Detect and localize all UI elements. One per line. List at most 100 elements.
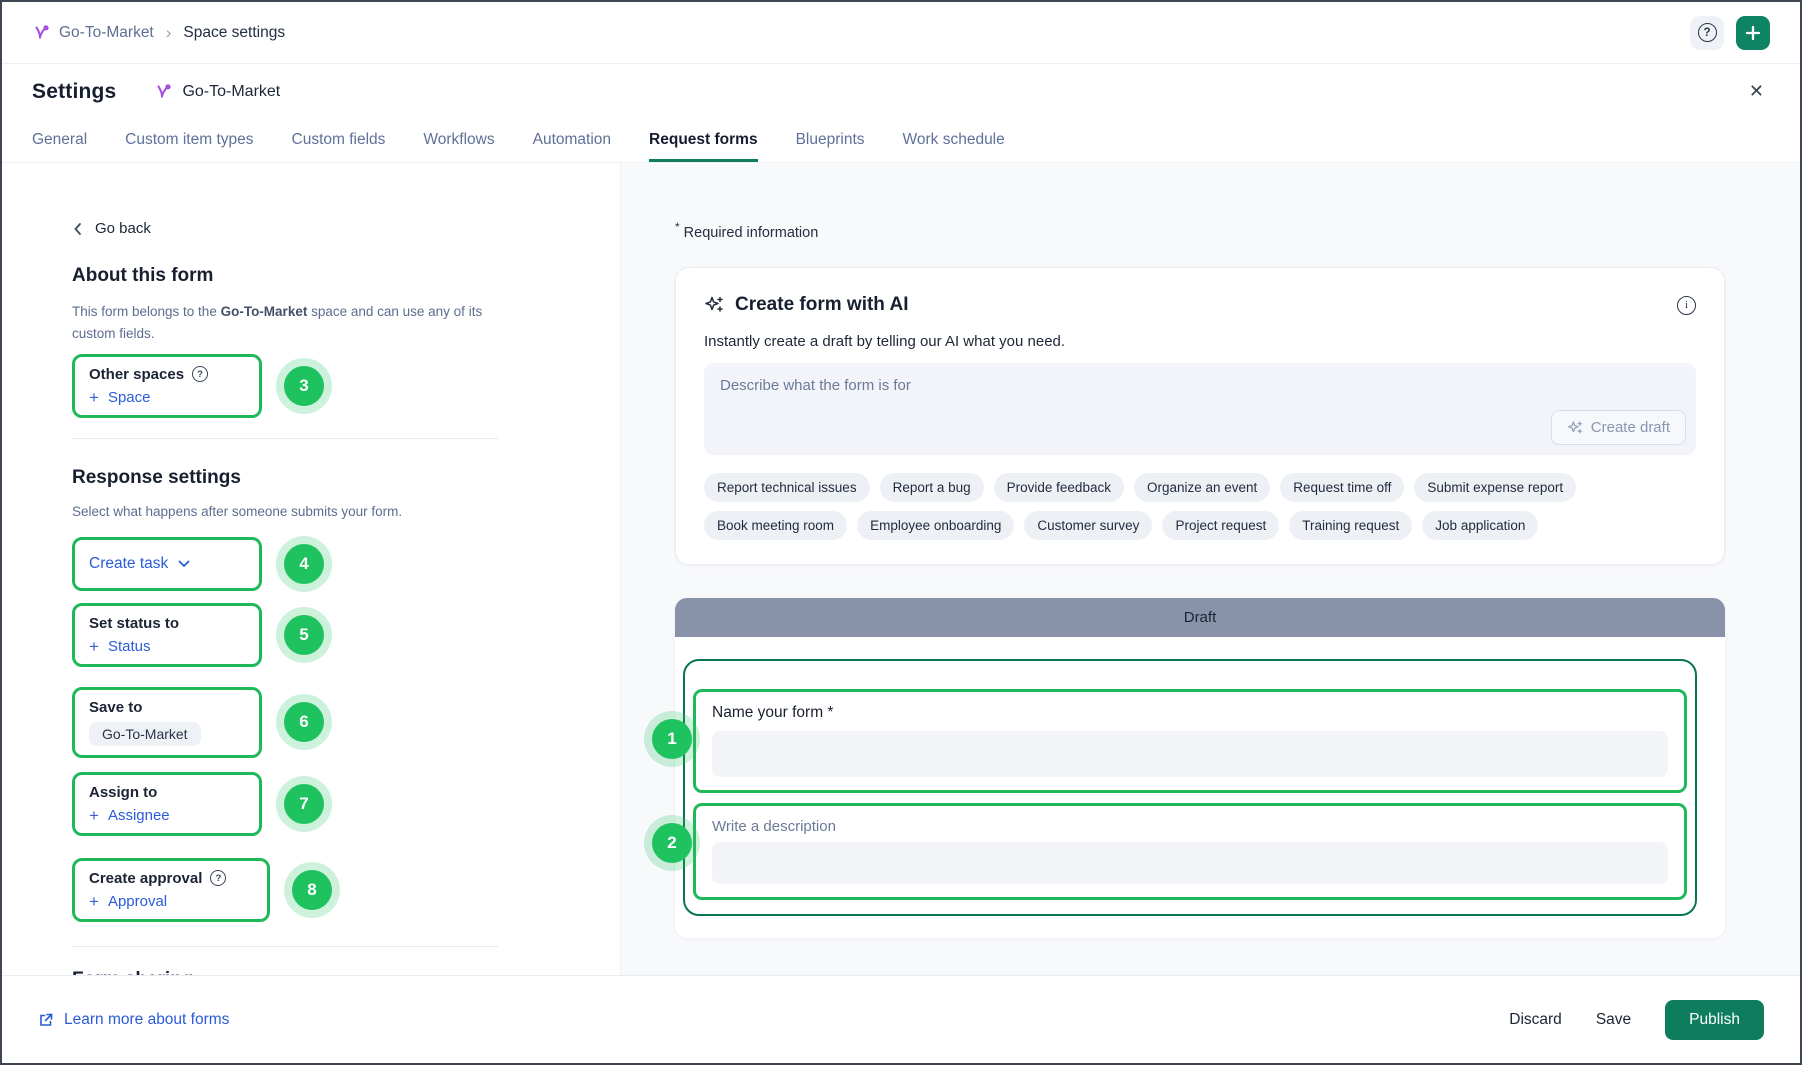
- go-back-label: Go back: [95, 220, 151, 237]
- chevron-down-icon: [178, 560, 190, 568]
- publish-button[interactable]: Publish: [1665, 1000, 1764, 1040]
- create-form-with-ai-card: Create form with AI i Instantly create a…: [675, 267, 1725, 565]
- draft-status-bar: Draft: [675, 598, 1725, 637]
- annotation-bubble-6: 6: [284, 702, 324, 742]
- footer-bar: Learn more about forms Discard Save Publ…: [2, 975, 1800, 1063]
- create-task-highlight-box: Create task: [72, 537, 262, 591]
- set-status-highlight-box: Set status to + Status: [72, 603, 262, 667]
- draft-form-card: Draft Name your form * Write a descripti…: [675, 598, 1725, 938]
- create-draft-button[interactable]: Create draft: [1551, 410, 1686, 445]
- annotation-bubble-7: 7: [284, 784, 324, 824]
- suggestion-chip[interactable]: Submit expense report: [1414, 473, 1576, 502]
- form-header-highlight-box: Name your form * Write a description: [683, 659, 1697, 916]
- go-back-button[interactable]: Go back: [72, 220, 151, 237]
- create-approval-label: Create approval: [89, 870, 202, 887]
- plus-icon: +: [89, 638, 99, 655]
- add-approval-button[interactable]: + Approval: [89, 893, 167, 910]
- suggestion-chip[interactable]: Request time off: [1280, 473, 1404, 502]
- suggestion-chip[interactable]: Customer survey: [1024, 511, 1152, 540]
- page-title: Settings: [32, 80, 116, 104]
- create-task-label: Create task: [89, 555, 168, 573]
- add-space-button[interactable]: + Space: [89, 389, 150, 406]
- breadcrumb-separator: ›: [166, 23, 172, 43]
- form-description-label: Write a description: [712, 818, 1668, 835]
- divider: [72, 946, 498, 947]
- annotation-bubble-4: 4: [284, 544, 324, 584]
- suggestion-chips-row-1: Report technical issues Report a bug Pro…: [704, 473, 1696, 502]
- save-to-space-chip[interactable]: Go-To-Market: [89, 722, 201, 746]
- ai-prompt-placeholder: Describe what the form is for: [720, 377, 911, 394]
- breadcrumb-space-label: Go-To-Market: [59, 24, 154, 42]
- add-status-button[interactable]: + Status: [89, 638, 150, 655]
- suggestion-chip[interactable]: Provide feedback: [994, 473, 1124, 502]
- other-spaces-label: Other spaces: [89, 366, 184, 383]
- suggestion-chip[interactable]: Project request: [1162, 511, 1279, 540]
- ai-card-subtitle: Instantly create a draft by telling our …: [704, 333, 1696, 350]
- annotation-bubble-2: 2: [652, 823, 692, 863]
- set-status-label: Set status to: [89, 615, 179, 632]
- annotation-bubble-5: 5: [284, 615, 324, 655]
- plus-icon: [1745, 25, 1761, 41]
- tab-request-forms[interactable]: Request forms: [649, 118, 758, 162]
- create-approval-highlight-box: Create approval ? + Approval: [72, 858, 270, 922]
- ai-sparkle-icon: [704, 295, 724, 315]
- about-heading: About this form: [72, 265, 580, 287]
- breadcrumb-space[interactable]: Go-To-Market: [32, 23, 154, 42]
- annotation-bubble-3: 3: [284, 366, 324, 406]
- external-link-icon: [38, 1012, 54, 1028]
- learn-more-label: Learn more about forms: [64, 1011, 229, 1029]
- form-description-highlight-box: Write a description: [693, 803, 1687, 900]
- draft-body: Name your form * Write a description 1 2: [675, 637, 1725, 938]
- create-task-dropdown[interactable]: Create task: [89, 552, 190, 576]
- tab-automation[interactable]: Automation: [533, 118, 611, 162]
- response-settings-heading: Response settings: [72, 467, 580, 489]
- plus-icon: +: [89, 389, 99, 406]
- space-icon: [154, 82, 173, 101]
- form-editor-main: *Required information Create form with A…: [621, 164, 1800, 975]
- suggestion-chip[interactable]: Job application: [1422, 511, 1538, 540]
- save-to-highlight-box: Save to Go-To-Market: [72, 687, 262, 758]
- suggestion-chip[interactable]: Employee onboarding: [857, 511, 1014, 540]
- suggestion-chip[interactable]: Training request: [1289, 511, 1412, 540]
- about-description: This form belongs to the Go-To-Market sp…: [72, 301, 488, 346]
- tab-general[interactable]: General: [32, 118, 87, 162]
- form-description-input[interactable]: [712, 842, 1668, 884]
- discard-button[interactable]: Discard: [1509, 1011, 1562, 1029]
- create-approval-help-icon[interactable]: ?: [210, 870, 226, 886]
- settings-header: Settings Go-To-Market ✕: [2, 65, 1800, 118]
- form-name-label: Name your form *: [712, 704, 1668, 722]
- required-information-note: *Required information: [675, 220, 1800, 241]
- space-settings-window: Go-To-Market › Space settings ? Settings: [0, 0, 1802, 1065]
- close-icon[interactable]: ✕: [1743, 77, 1770, 106]
- help-button[interactable]: ?: [1690, 16, 1724, 50]
- tab-blueprints[interactable]: Blueprints: [796, 118, 865, 162]
- add-assignee-label: Assignee: [108, 807, 170, 824]
- suggestion-chip[interactable]: Book meeting room: [704, 511, 847, 540]
- suggestion-chip[interactable]: Organize an event: [1134, 473, 1270, 502]
- create-draft-label: Create draft: [1591, 419, 1670, 436]
- tab-custom-item-types[interactable]: Custom item types: [125, 118, 253, 162]
- tab-work-schedule[interactable]: Work schedule: [903, 118, 1005, 162]
- tab-custom-fields[interactable]: Custom fields: [292, 118, 386, 162]
- plus-icon: +: [89, 807, 99, 824]
- ai-prompt-input[interactable]: Describe what the form is for Create dra…: [704, 363, 1696, 455]
- form-name-highlight-box: Name your form *: [693, 689, 1687, 793]
- divider: [72, 438, 498, 439]
- chevron-left-icon: [72, 222, 84, 236]
- learn-more-link[interactable]: Learn more about forms: [38, 1011, 229, 1029]
- other-spaces-help-icon[interactable]: ?: [192, 366, 208, 382]
- add-button[interactable]: [1736, 16, 1770, 50]
- form-settings-sidebar: Go back About this form This form belong…: [2, 164, 621, 975]
- add-status-label: Status: [108, 638, 151, 655]
- settings-space-label: Go-To-Market: [182, 83, 280, 101]
- add-assignee-button[interactable]: + Assignee: [89, 807, 170, 824]
- suggestion-chip[interactable]: Report a bug: [880, 473, 984, 502]
- tab-workflows[interactable]: Workflows: [423, 118, 494, 162]
- save-button[interactable]: Save: [1596, 1011, 1631, 1029]
- suggestion-chip[interactable]: Report technical issues: [704, 473, 870, 502]
- breadcrumb: Go-To-Market › Space settings: [32, 23, 285, 43]
- annotation-bubble-8: 8: [292, 870, 332, 910]
- response-settings-subtitle: Select what happens after someone submit…: [72, 501, 488, 523]
- info-icon[interactable]: i: [1677, 296, 1696, 315]
- form-name-input[interactable]: [712, 731, 1668, 777]
